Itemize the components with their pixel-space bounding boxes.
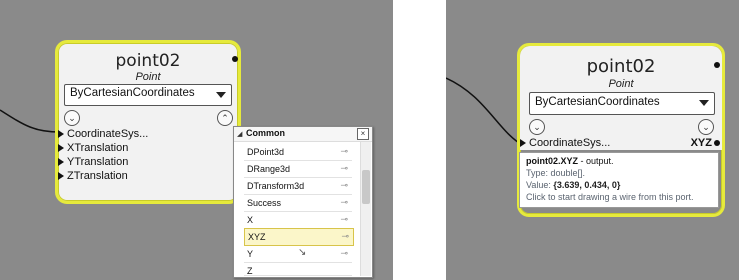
node-title: point02 [115, 51, 181, 71]
popup-item-success[interactable]: Success ⊸ [244, 195, 352, 212]
plug-icon: ⊸ [340, 146, 348, 156]
popup-item-dpoint3d[interactable]: DPoint3d ⊸ [244, 144, 352, 161]
plug-icon: ⊸ [340, 163, 348, 173]
node-title: point02 [586, 56, 656, 77]
point-node[interactable]: point02 Point ByCartesianCoordinates ⌄ ⌃… [55, 40, 241, 204]
method-dropdown[interactable]: ByCartesianCoordinates [529, 92, 715, 115]
port-tooltip: point02.XYZ - output. Type: double[]. Va… [519, 152, 719, 208]
plug-icon: ⊸ [341, 231, 349, 241]
popup-scrollbar[interactable] [360, 142, 371, 276]
popup-item-drange3d[interactable]: DRange3d ⊸ [244, 161, 352, 178]
port-arrow-icon [58, 158, 64, 166]
output-port-dot[interactable] [232, 56, 238, 62]
plug-icon: ⊸ [340, 248, 348, 258]
port-coordinatesystem[interactable]: CoordinateSys... [520, 137, 610, 149]
tooltip-port-name: point02.XYZ [526, 156, 579, 166]
output-port-dot[interactable] [714, 62, 720, 68]
collapse-triangle-icon[interactable]: ◢ [237, 130, 242, 138]
popup-item-dtransform3d[interactable]: DTransform3d ⊸ [244, 178, 352, 195]
plug-icon: ⊸ [340, 214, 348, 224]
port-xtranslation[interactable]: XTranslation [58, 142, 128, 154]
plug-icon: ⊸ [340, 180, 348, 190]
close-icon[interactable]: × [357, 128, 369, 140]
tooltip-hint: Click to start drawing a wire from this … [526, 192, 694, 202]
port-arrow-icon [58, 130, 64, 138]
method-dropdown[interactable]: ByCartesianCoordinates [64, 84, 232, 106]
popup-item-xyz[interactable]: XYZ ⊸ [244, 228, 354, 246]
canvas-left[interactable]: point02 Point ByCartesianCoordinates ⌄ ⌃… [0, 0, 393, 280]
tooltip-value: {3.639, 0.434, 0} [553, 180, 621, 190]
dropdown-arrow-icon [699, 100, 709, 106]
scrollbar-thumb[interactable] [362, 170, 370, 204]
port-ztranslation[interactable]: ZTranslation [58, 170, 128, 182]
dropdown-arrow-icon [216, 92, 226, 98]
popup-item-x[interactable]: X ⊸ [244, 212, 352, 229]
cursor-icon: ↘ [298, 247, 307, 258]
xyz-port-dot[interactable] [714, 140, 720, 146]
port-arrow-icon [520, 139, 526, 147]
port-ytranslation[interactable]: YTranslation [58, 156, 128, 168]
port-xyz[interactable]: XYZ [691, 137, 712, 149]
node-subtitle: Point [608, 78, 634, 90]
popup-item-z[interactable]: Z [244, 263, 352, 276]
method-dropdown-value: ByCartesianCoordinates [535, 96, 660, 108]
collapse-chevron-icon[interactable]: ⌃ [217, 110, 233, 126]
method-dropdown-value: ByCartesianCoordinates [70, 87, 195, 99]
popup-item-y[interactable]: Y ↘ ⊸ [244, 246, 352, 263]
plug-icon: ⊸ [340, 197, 348, 207]
expand-chevron-icon[interactable]: ⌄ [64, 110, 80, 126]
tooltip-port-kind: - output. [578, 156, 614, 166]
port-arrow-icon [58, 172, 64, 180]
port-coordinatesystem[interactable]: CoordinateSys... [58, 128, 148, 140]
expand-chevron-icon[interactable]: ⌄ [698, 119, 714, 135]
port-arrow-icon [58, 144, 64, 152]
expand-chevron-icon[interactable]: ⌄ [529, 119, 545, 135]
tooltip-value-label: Value: [526, 180, 554, 190]
node-subtitle: Point [135, 71, 161, 83]
port-selection-popup[interactable]: ◢ Common × DPoint3d ⊸ DRange3d ⊸ DTransfor… [233, 126, 373, 278]
tooltip-type: Type: double[]. [526, 168, 586, 178]
popup-section-title: Common [246, 128, 285, 138]
popup-header: ◢ Common × [234, 127, 372, 142]
